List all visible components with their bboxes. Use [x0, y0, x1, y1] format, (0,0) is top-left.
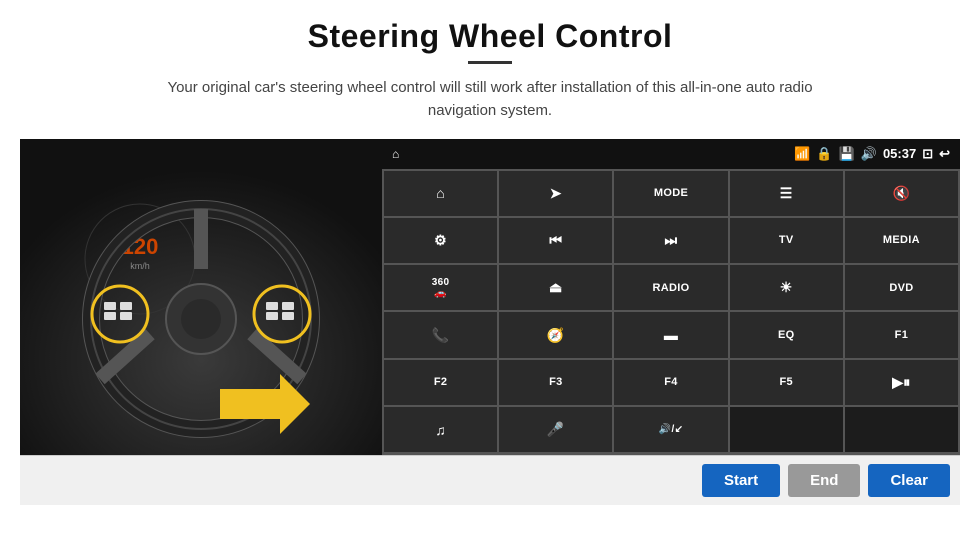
page-subtitle: Your original car's steering wheel contr…	[140, 76, 840, 123]
btn-eject[interactable]: ⏏	[499, 265, 612, 310]
wifi-icon: 📶	[794, 146, 810, 162]
btn-vol-mute[interactable]: 🔇	[845, 171, 958, 216]
status-bar: ⌂ 📶 🔒 💾 🔊 05:37 ⊡ ↩	[382, 139, 960, 169]
btn-dvd[interactable]: DVD	[845, 265, 958, 310]
btn-next[interactable]: ⏭	[614, 218, 727, 263]
btn-screen[interactable]: ▬	[614, 312, 727, 357]
start-button[interactable]: Start	[702, 464, 780, 497]
status-left: ⌂	[392, 147, 399, 161]
empty-cell-2	[845, 407, 958, 452]
btn-phone[interactable]: 📞	[384, 312, 497, 357]
btn-f4[interactable]: F4	[614, 360, 727, 405]
bottom-bar: Start End Clear	[20, 455, 960, 505]
end-button[interactable]: End	[788, 464, 860, 497]
page-container: Steering Wheel Control Your original car…	[0, 0, 980, 544]
btn-f2[interactable]: F2	[384, 360, 497, 405]
btn-360[interactable]: 360🚗	[384, 265, 497, 310]
content-row: 120 km/h	[20, 139, 960, 455]
btn-media[interactable]: MEDIA	[845, 218, 958, 263]
btn-music[interactable]: ♫	[384, 407, 497, 452]
home-icon: ⌂	[392, 147, 399, 161]
clock: 05:37	[883, 146, 916, 161]
status-right: 📶 🔒 💾 🔊 05:37 ⊡ ↩	[794, 146, 950, 162]
android-panel: ⌂ 📶 🔒 💾 🔊 05:37 ⊡ ↩ ⌂ ➤ MODE ☰	[382, 139, 960, 455]
svg-text:km/h: km/h	[130, 261, 150, 271]
btn-map[interactable]: 🧭	[499, 312, 612, 357]
sd-icon: 💾	[839, 146, 855, 162]
cast-icon: ⊡	[922, 146, 933, 162]
btn-brightness[interactable]: ☀	[730, 265, 843, 310]
bt-icon: 🔊	[861, 146, 877, 162]
steering-wheel-image: 120 km/h	[20, 139, 382, 455]
btn-mic[interactable]: 🎤	[499, 407, 612, 452]
clear-button[interactable]: Clear	[868, 464, 950, 497]
title-divider	[468, 61, 512, 64]
btn-tv[interactable]: TV	[730, 218, 843, 263]
btn-f5[interactable]: F5	[730, 360, 843, 405]
btn-mode[interactable]: MODE	[614, 171, 727, 216]
back-icon: ↩	[939, 146, 950, 162]
btn-playpause[interactable]: ▶⏸	[845, 360, 958, 405]
btn-radio[interactable]: RADIO	[614, 265, 727, 310]
btn-settings[interactable]: ⚙	[384, 218, 497, 263]
page-title: Steering Wheel Control	[308, 18, 673, 55]
btn-eq[interactable]: EQ	[730, 312, 843, 357]
lock-icon: 🔒	[816, 146, 832, 162]
button-grid: ⌂ ➤ MODE ☰ 🔇 ⚙ ⏮ ⏭ TV MEDIA 360🚗 ⏏ RADIO…	[382, 169, 960, 455]
btn-home[interactable]: ⌂	[384, 171, 497, 216]
btn-nav[interactable]: ➤	[499, 171, 612, 216]
btn-f3[interactable]: F3	[499, 360, 612, 405]
btn-list[interactable]: ☰	[730, 171, 843, 216]
btn-prev[interactable]: ⏮	[499, 218, 612, 263]
btn-f1[interactable]: F1	[845, 312, 958, 357]
empty-cell-1	[730, 407, 843, 452]
btn-vol-call[interactable]: 🔊/↙	[614, 407, 727, 452]
